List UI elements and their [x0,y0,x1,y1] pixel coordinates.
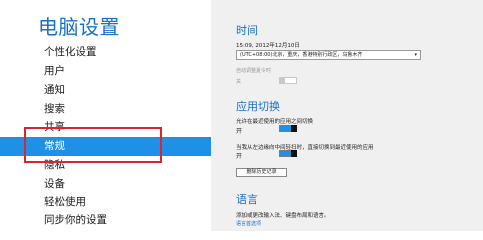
nav-item-search[interactable]: 搜索 [0,100,211,119]
nav-item-label: 搜索 [44,103,65,115]
toggle-knob [279,77,285,84]
app-switch-option2-label: 当我从左边缘向中间轻扫时，直接切换到最近使用的应用 [236,145,374,151]
timezone-select[interactable]: (UTC+08:00)北京，重庆，香港特别行政区，乌鲁木齐 ▾ [236,50,421,60]
nav-item-devices[interactable]: 设备 [0,175,211,194]
auto-dst-state: 关 [236,79,242,85]
clear-history-button[interactable]: 删除历史记录 [236,168,287,177]
nav-item-label: 个性化设置 [44,46,97,58]
nav-item-ease-of-access[interactable]: 轻松使用 [0,193,211,212]
timezone-select-value: (UTC+08:00)北京，重庆，香港特别行政区，乌鲁木齐 [240,52,363,58]
section-title-language: 语言 [236,193,258,206]
nav-item-personalize[interactable]: 个性化设置 [0,43,211,62]
section-title-time: 时间 [236,24,258,37]
nav-item-label: 用户 [44,65,65,77]
chevron-down-icon: ▾ [414,52,417,58]
nav-item-label: 设备 [44,178,65,190]
auto-dst-toggle[interactable] [279,77,297,84]
nav-item-label: 同步你的设置 [44,214,107,226]
nav-item-label: 轻松使用 [44,196,86,208]
current-datetime: 15:09, 2012年12月10日 [236,43,300,49]
toggle-knob [291,125,297,132]
app-title: 电脑设置 [38,15,120,39]
app-switch-option2-state: 开 [236,153,243,160]
language-description: 添加或更改输入法、键盘布局和语言。 [236,213,330,219]
app-switch-option1-label: 允许在最近使用的应用之间切换 [236,119,314,125]
settings-content-pane: 时间 15:09, 2012年12月10日 (UTC+08:00)北京，重庆，香… [211,0,483,231]
annotation-highlight-box [24,127,162,163]
nav-item-label: 通知 [44,84,65,96]
app-switch-option1-toggle[interactable] [279,125,297,132]
app-switch-option1-state: 开 [236,128,243,135]
language-preferences-link[interactable]: 语言首选项 [236,220,261,227]
nav-item-sync-settings[interactable]: 同步你的设置 [0,211,211,230]
app-switch-option2-toggle[interactable] [279,150,297,157]
nav-item-notifications[interactable]: 通知 [0,81,211,100]
auto-dst-label: 自动调整夏令时 [236,68,272,74]
toggle-knob [291,150,297,157]
section-title-app-switching: 应用切换 [236,100,280,113]
nav-item-users[interactable]: 用户 [0,62,211,81]
settings-sidebar: 电脑设置 个性化设置 用户 通知 搜索 共享 常规 隐私 设备 轻松使用 同步你… [0,0,211,231]
